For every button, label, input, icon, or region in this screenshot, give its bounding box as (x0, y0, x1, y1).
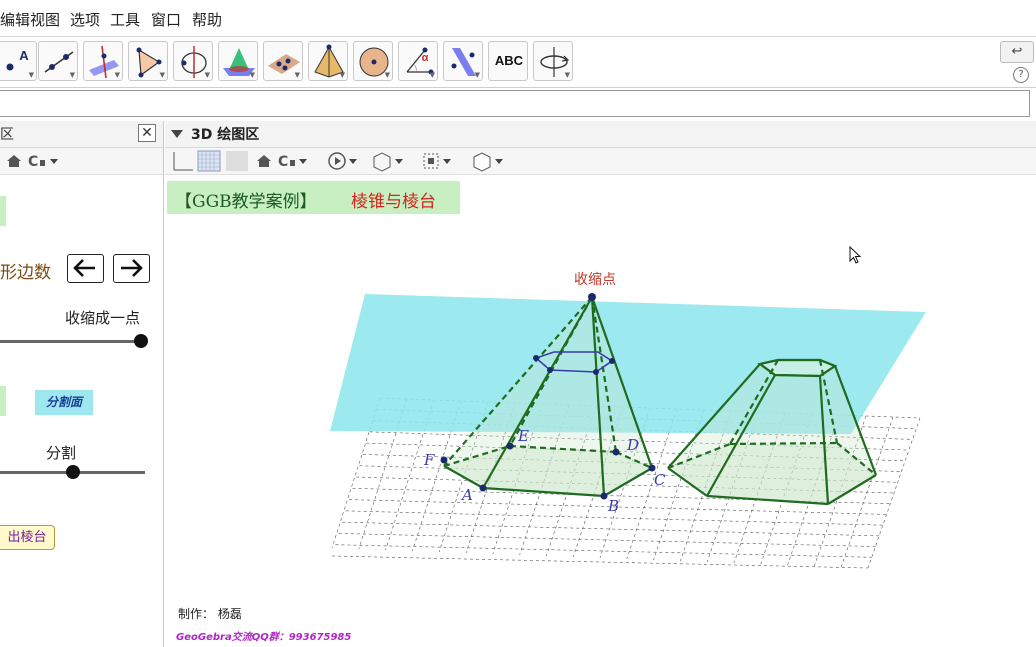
home-icon (7, 155, 21, 167)
close-panel-button[interactable]: ✕ (138, 124, 156, 142)
label-B: B (607, 497, 619, 515)
panel-title: 区 (0, 127, 14, 143)
split-slider-knob[interactable] (65, 465, 80, 479)
tool-angle-label: α (421, 52, 429, 64)
label-E: E (517, 427, 529, 445)
section-point (547, 367, 553, 373)
grid-icon (197, 150, 221, 172)
menu-view[interactable]: 视图 (30, 9, 60, 30)
tool-intersect[interactable]: ▼ (218, 41, 258, 81)
shrink-slider-track[interactable] (0, 340, 141, 343)
plane-toggle-icon (226, 151, 248, 171)
section-point (609, 358, 615, 364)
tool-text[interactable]: ABC (488, 41, 528, 81)
vertex-B (600, 492, 608, 500)
qq-group-info: GeoGebra交流QQ群：993675985 (176, 632, 352, 643)
menu-bar: 编辑 视图 选项 工具 窗口 帮助 (0, 0, 1036, 37)
label-C: C (654, 471, 666, 489)
toolbar: A ▼ ▼ ▼ ▼ ▼ ▼ ▼ ▼ ▼ α ▼ ▼ ABC ▼ (0, 37, 1036, 88)
input-box-decoration (0, 196, 6, 226)
next-button[interactable] (113, 254, 150, 283)
view-title-bar (165, 121, 1036, 148)
svg-text:C: C (28, 154, 38, 170)
mouse-cursor-icon (849, 246, 862, 264)
style-bar-icons[interactable]: C (6, 152, 66, 170)
help-icon[interactable]: ? (1013, 67, 1029, 83)
graphics-panel (0, 121, 164, 647)
tool-circle-axis[interactable]: ▼ (173, 41, 213, 81)
tool-polygon[interactable]: ▼ (128, 41, 168, 81)
menu-edit[interactable]: 编辑 (0, 9, 30, 30)
vertex-E (506, 442, 514, 450)
tool-line[interactable]: ▼ (38, 41, 78, 81)
tool-plane[interactable]: ▼ (263, 41, 303, 81)
section-point (533, 355, 539, 361)
label-D: D (626, 436, 639, 454)
menu-window[interactable]: 窗口 (151, 9, 181, 30)
view-direction-icon (373, 152, 391, 172)
view-style-bar: C (165, 148, 1036, 175)
menu-options[interactable]: 选项 (70, 9, 100, 30)
collapse-triangle-icon[interactable] (170, 129, 184, 139)
vertex-D (612, 448, 620, 456)
menu-tools[interactable]: 工具 (110, 9, 140, 30)
view-title: 3D 绘图区 (191, 127, 260, 143)
label-A: A (460, 486, 473, 504)
projection-icon (473, 152, 491, 172)
svg-text:C: C (278, 154, 288, 170)
tool-point[interactable]: A ▼ (0, 41, 37, 81)
tool-pyramid[interactable]: ▼ (308, 41, 348, 81)
tool-reflect[interactable]: ▼ (443, 41, 483, 81)
author-credit: 制作： 杨磊 (178, 607, 242, 621)
shrink-slider-knob[interactable] (134, 334, 148, 348)
view-style-icons[interactable]: C (171, 150, 521, 172)
vertex-F (440, 456, 448, 464)
algebra-input[interactable] (0, 90, 1030, 117)
home-icon (257, 155, 271, 167)
3d-scene[interactable]: 收缩点 A B C D E F (165, 176, 1036, 601)
show-frustum-button[interactable]: 出棱台 (0, 525, 55, 550)
menu-help[interactable]: 帮助 (192, 9, 222, 30)
tool-perpendicular[interactable]: ▼ (83, 41, 123, 81)
tool-rotate-view[interactable]: ▼ (533, 41, 573, 81)
tool-sphere[interactable]: ▼ (353, 41, 393, 81)
chevron-down-icon (50, 159, 58, 164)
section-point (593, 369, 599, 375)
apex-point (588, 293, 596, 301)
label-F: F (423, 451, 435, 469)
arrow-right-icon (121, 259, 143, 277)
axes-icon (173, 152, 193, 171)
text-icon: ABC (494, 53, 524, 68)
checkbox-decoration (0, 386, 6, 416)
arrow-left-icon (73, 259, 95, 277)
panel-style-bar: C (0, 148, 163, 175)
split-slider-label: 分割 (46, 444, 77, 462)
undo-button[interactable]: ↩ (1000, 41, 1034, 63)
prev-button[interactable] (67, 254, 104, 283)
polygon-sides-label: 形边数 (0, 263, 51, 283)
vertex-A (479, 484, 487, 492)
shrink-slider-label: 收缩成一点 (65, 309, 141, 327)
apex-label: 收缩点 (574, 272, 616, 288)
tool-angle[interactable]: α ▼ (398, 41, 438, 81)
split-plane-button[interactable]: 分割面 (35, 390, 93, 415)
